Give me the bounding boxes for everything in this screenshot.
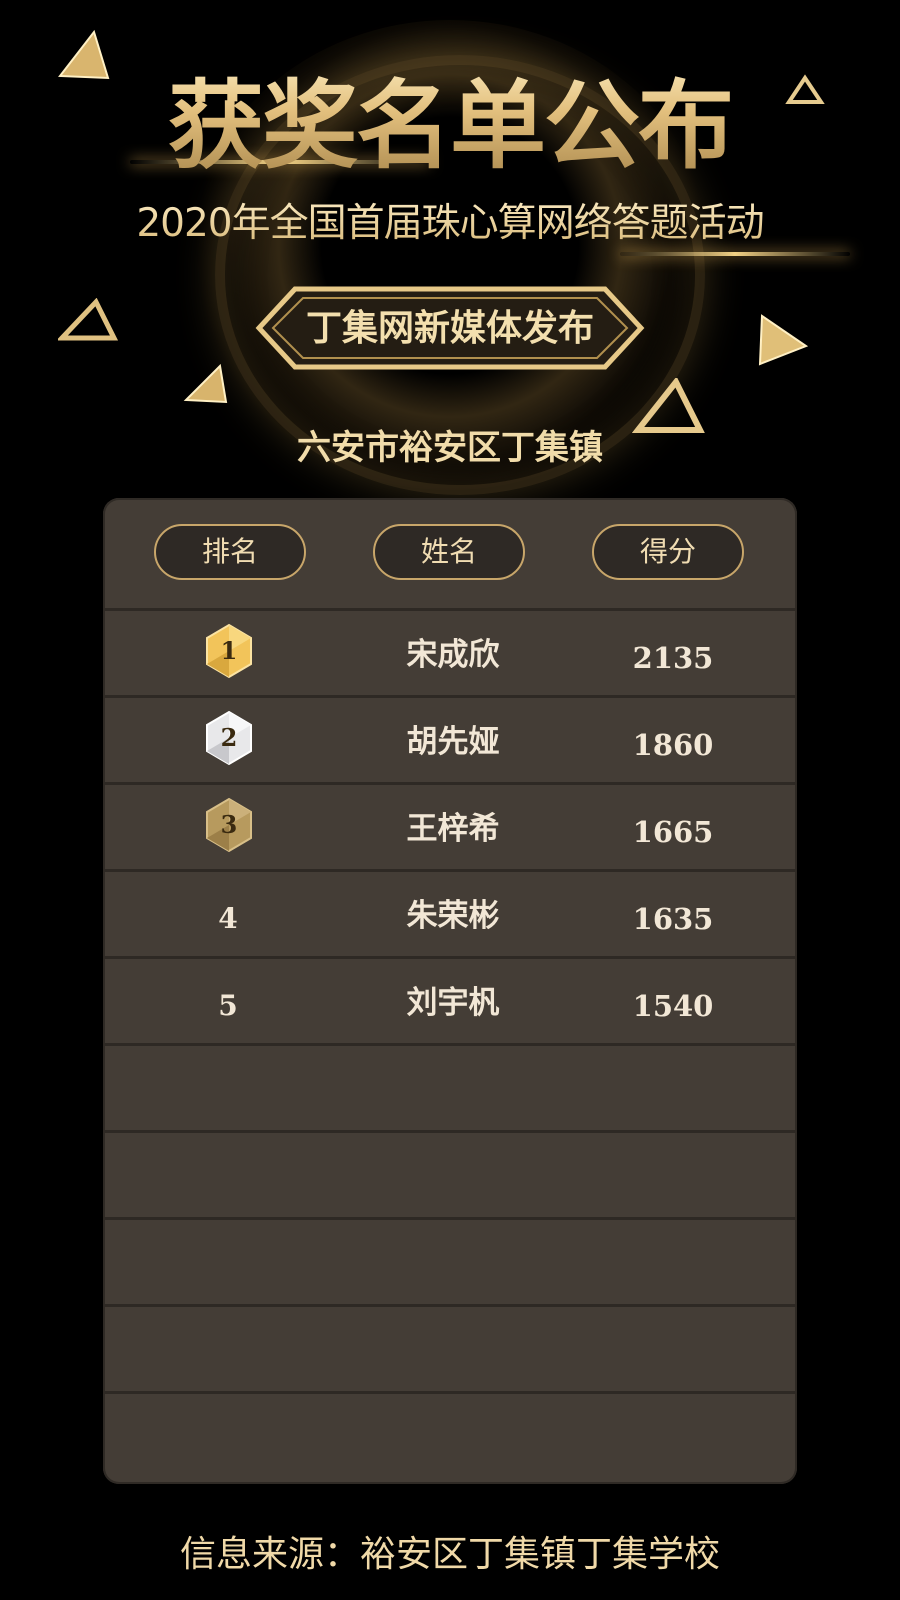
winner-score: 1860 [632, 728, 714, 762]
table-row: 2 胡先娅 1860 [103, 695, 797, 784]
empty-row [103, 1130, 797, 1219]
region-label: 六安市裕安区丁集镇 [297, 428, 603, 468]
winner-score: 1540 [632, 989, 714, 1023]
column-header-score: 得分 [592, 524, 744, 580]
winner-score: 1665 [632, 815, 714, 849]
rank-number: 3 [220, 810, 238, 839]
info-source: 信息来源：裕安区丁集镇丁集学校 [179, 1534, 720, 1575]
empty-row [103, 1391, 797, 1487]
decor-triangle-icon [183, 363, 228, 404]
publisher-badge: 丁集网新媒体发布 [255, 285, 645, 371]
table-row: 4 朱荣彬 1635 [103, 869, 797, 958]
winner-name: 朱荣彬 [406, 898, 500, 934]
rank-number: 2 [220, 723, 238, 752]
decor-triangle-icon [58, 298, 119, 341]
empty-row [103, 1304, 797, 1393]
rank-number: 4 [218, 902, 238, 935]
winner-name: 胡先娅 [406, 724, 500, 760]
event-subtitle: 2020年全国首届珠心算网络答题活动 [0, 192, 900, 248]
page-title: 获奖名单公布 [0, 48, 900, 187]
rank-number: 1 [220, 636, 238, 665]
light-flare [620, 252, 850, 256]
winner-name: 王梓希 [406, 811, 500, 847]
rank-number: 5 [218, 989, 238, 1022]
table-row: 5 刘宇杋 1540 [103, 956, 797, 1045]
column-header-name: 姓名 [373, 524, 525, 580]
table-row: 3 王梓希 1665 [103, 782, 797, 871]
publisher-label: 丁集网新媒体发布 [305, 307, 594, 349]
column-header-rank: 排名 [154, 524, 306, 580]
winner-name: 刘宇杋 [406, 985, 500, 1021]
winner-score: 2135 [632, 641, 714, 675]
winner-score: 1635 [632, 902, 714, 936]
winner-name: 宋成欣 [406, 637, 500, 673]
empty-row [103, 1043, 797, 1132]
decor-triangle-icon [758, 314, 809, 366]
empty-row [103, 1217, 797, 1306]
table-row: 1 宋成欣 2135 [103, 608, 797, 697]
